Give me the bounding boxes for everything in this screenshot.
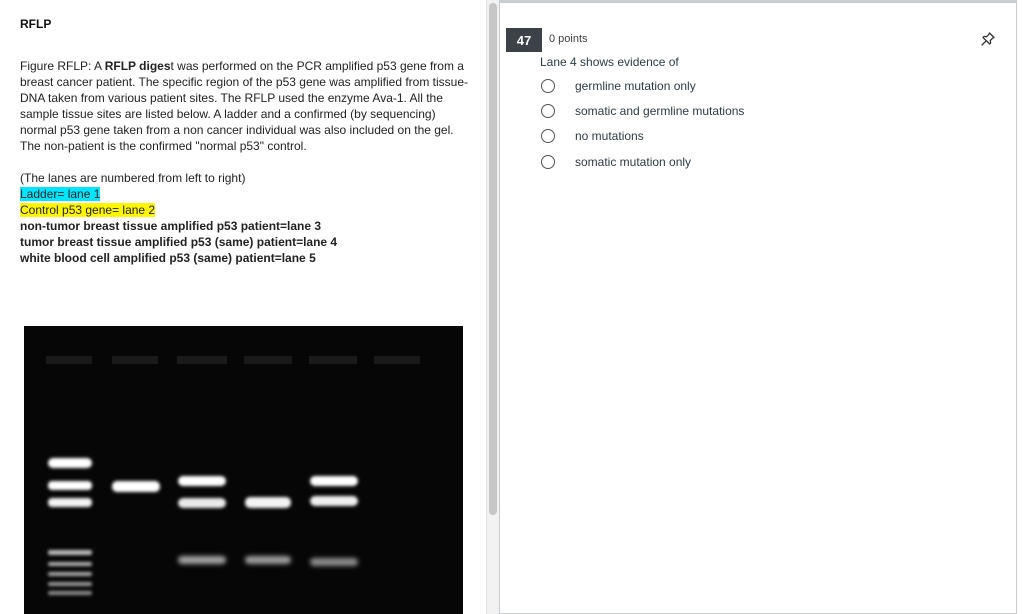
gel-wells — [46, 356, 420, 364]
lane-2-control-bands — [112, 481, 160, 492]
figure-text-bold: RFLP diges — [104, 59, 171, 73]
answer-option-1[interactable]: germline mutation only — [540, 76, 840, 96]
answer-option-3[interactable]: no mutations — [540, 126, 840, 146]
answer-label[interactable]: somatic and germline mutations — [575, 104, 744, 118]
lane-5-label: white blood cell amplified p53 (same) pa… — [20, 251, 316, 265]
lane-1-ladder-bands — [48, 458, 92, 595]
vertical-scrollbar[interactable] — [486, 0, 500, 614]
answer-option-2[interactable]: somatic and germline mutations — [540, 101, 840, 121]
question-prompt: Lane 4 shows evidence of — [540, 55, 679, 69]
gel-image — [24, 326, 463, 614]
scrollbar-thumb[interactable] — [489, 3, 497, 515]
answer-option-4[interactable]: somatic mutation only — [540, 152, 840, 172]
lane-3-bands — [178, 476, 226, 564]
lane-3-label: non-tumor breast tissue amplified p53 pa… — [20, 219, 322, 233]
answer-label[interactable]: no mutations — [575, 129, 644, 143]
question-stem-pane: RFLP Figure RFLP: A RFLP digest was perf… — [0, 0, 484, 614]
question-points: 0 points — [549, 33, 588, 45]
pin-icon[interactable] — [980, 31, 996, 47]
gel-bands-graphic — [46, 356, 420, 595]
lanes-intro: (The lanes are numbered from left to rig… — [20, 171, 246, 185]
answer-label[interactable]: germline mutation only — [575, 79, 696, 93]
lane-4-label: tumor breast tissue amplified p53 (same)… — [20, 235, 338, 249]
radio-icon[interactable] — [541, 104, 555, 118]
radio-icon[interactable] — [541, 79, 555, 93]
lane-4-bands — [245, 497, 291, 564]
lane-5-bands — [310, 476, 358, 566]
radio-icon[interactable] — [541, 155, 555, 169]
radio-icon[interactable] — [541, 129, 555, 143]
lane-2-label: Control p53 gene= lane 2 — [20, 203, 156, 217]
figure-text-part-2: t was performed on the PCR amplified p53… — [20, 59, 469, 153]
lane-legend: (The lanes are numbered from left to rig… — [20, 170, 337, 266]
figure-text-part-1: Figure RFLP: A — [20, 59, 105, 73]
lane-1-label: Ladder= lane 1 — [20, 187, 101, 201]
figure-description: Figure RFLP: A RFLP digest was performed… — [20, 58, 472, 154]
section-title: RFLP — [20, 17, 52, 31]
answer-label[interactable]: somatic mutation only — [575, 155, 691, 169]
question-number-badge: 47 — [506, 28, 542, 52]
